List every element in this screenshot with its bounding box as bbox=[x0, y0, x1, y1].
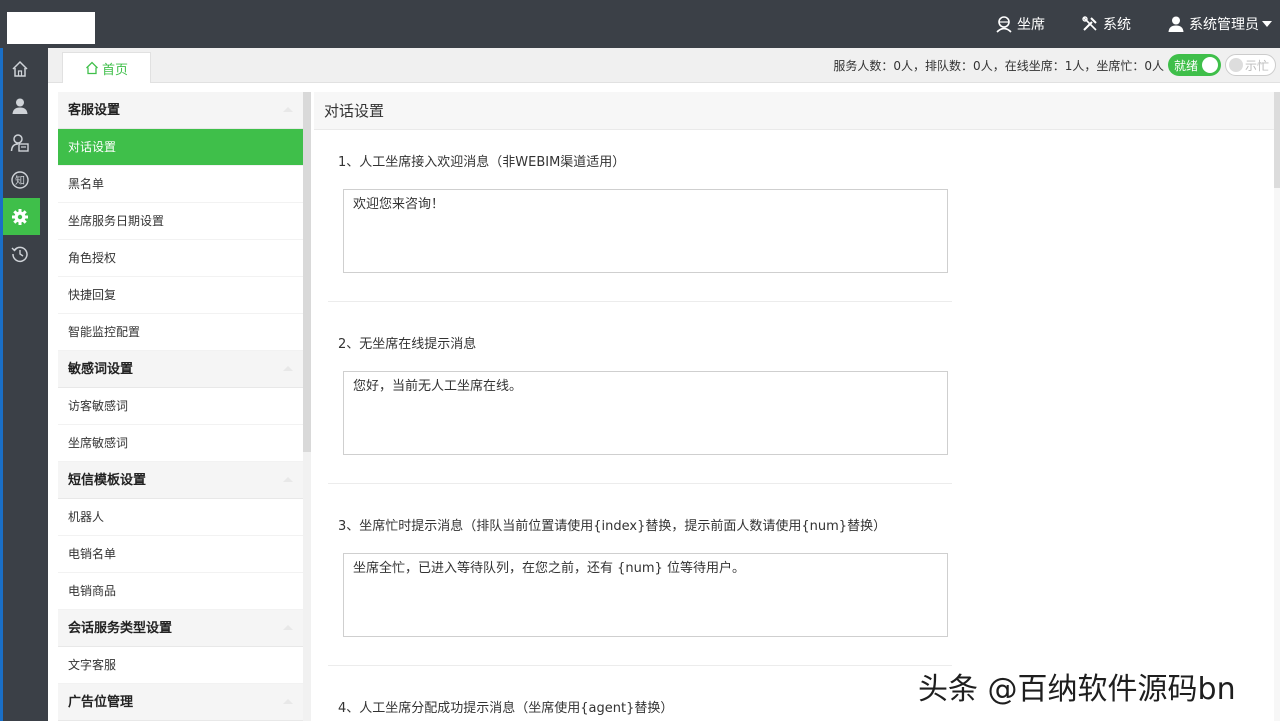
logo bbox=[7, 12, 95, 44]
settings-menu: 客服设置 对话设置 黑名单 坐席服务日期设置 角色授权 快捷回复 智能监控配置 … bbox=[58, 92, 303, 721]
agent-icon bbox=[996, 16, 1012, 33]
status-counts: 服务人数：0人，排队数：0人，在线坐席：1人，坐席忙：0人 bbox=[833, 58, 1164, 73]
rail-knowledge[interactable]: 知 bbox=[0, 161, 40, 198]
nav-system-label: 系统 bbox=[1103, 17, 1131, 33]
chevron-up-icon bbox=[283, 477, 293, 482]
user-icon bbox=[1168, 16, 1184, 32]
menu-item-role-authorization[interactable]: 角色授权 bbox=[58, 240, 303, 277]
icon-rail: 知 bbox=[0, 48, 48, 721]
knowledge-icon: 知 bbox=[11, 170, 29, 189]
agent-card-icon bbox=[10, 133, 29, 152]
menu-item-smart-monitoring[interactable]: 智能监控配置 bbox=[58, 314, 303, 351]
menu-item-blacklist[interactable]: 黑名单 bbox=[58, 166, 303, 203]
menu-group-title: 会话服务类型设置 bbox=[68, 621, 173, 636]
menu-group-sensitive-words[interactable]: 敏感词设置 bbox=[58, 351, 303, 388]
welcome-message-field[interactable]: 欢迎您来咨询！ bbox=[343, 189, 948, 273]
menu-item-quick-reply[interactable]: 快捷回复 bbox=[58, 277, 303, 314]
menu-group-session-service-types[interactable]: 会话服务类型设置 bbox=[58, 610, 303, 647]
menu-group-title: 敏感词设置 bbox=[68, 362, 134, 377]
content-scrollbar[interactable] bbox=[1274, 92, 1280, 721]
menu-item-agent-service-dates[interactable]: 坐席服务日期设置 bbox=[58, 203, 303, 240]
dialog-settings-panel: 对话设置 1、人工坐席接入欢迎消息（非WEBIM渠道适用） 欢迎您来咨询！ 2、… bbox=[314, 92, 1274, 721]
nav-user-menu[interactable]: 系统管理员 bbox=[1167, 14, 1272, 34]
rail-history[interactable] bbox=[0, 235, 40, 272]
menu-item-telesales-list[interactable]: 电销名单 bbox=[58, 536, 303, 573]
nav-agent-label: 坐席 bbox=[1017, 17, 1045, 33]
scrollbar-thumb[interactable] bbox=[1274, 92, 1280, 188]
toggle-knob bbox=[1228, 58, 1243, 72]
menu-group-title: 客服设置 bbox=[68, 103, 121, 118]
rail-agents[interactable] bbox=[0, 124, 40, 161]
history-icon bbox=[11, 246, 28, 262]
divider bbox=[328, 665, 952, 666]
menu-group-ad-slots[interactable]: 广告位管理 bbox=[58, 684, 303, 721]
nav-agent[interactable]: 坐席 bbox=[995, 14, 1045, 34]
setting-label: 1、人工坐席接入欢迎消息（非WEBIM渠道适用） bbox=[338, 155, 626, 170]
menu-item-text-service[interactable]: 文字客服 bbox=[58, 647, 303, 684]
home-icon bbox=[86, 61, 98, 75]
busy-label: 示忙 bbox=[1244, 58, 1269, 73]
setting-label: 3、坐席忙时提示消息（排队当前位置请使用{index}替换，提示前面人数请使用{… bbox=[338, 519, 887, 534]
rail-edge bbox=[0, 48, 3, 721]
divider bbox=[328, 301, 952, 302]
gear-icon bbox=[12, 208, 28, 225]
nav-user-label: 系统管理员 bbox=[1189, 17, 1259, 33]
menu-item-robot[interactable]: 机器人 bbox=[58, 499, 303, 536]
busy-toggle[interactable]: 示忙 bbox=[1224, 54, 1276, 76]
menu-group-service-settings[interactable]: 客服设置 bbox=[58, 92, 303, 129]
chevron-up-icon bbox=[283, 366, 293, 371]
top-header: 坐席 系统 系统管理员 bbox=[0, 0, 1280, 48]
toggle-knob bbox=[1201, 57, 1218, 73]
scrollbar-thumb[interactable] bbox=[303, 92, 311, 452]
watermark: 头条 @百纳软件源码bn bbox=[918, 672, 1236, 707]
nav-system[interactable]: 系统 bbox=[1081, 14, 1131, 34]
menu-scrollbar[interactable] bbox=[303, 92, 311, 721]
tools-icon bbox=[1082, 16, 1097, 31]
rail-users[interactable] bbox=[0, 87, 40, 124]
menu-item-visitor-sensitive-words[interactable]: 访客敏感词 bbox=[58, 388, 303, 425]
divider bbox=[328, 483, 952, 484]
menu-item-dialog-settings[interactable]: 对话设置 bbox=[58, 129, 303, 166]
user-icon bbox=[12, 98, 28, 114]
menu-group-title: 短信模板设置 bbox=[68, 473, 147, 488]
rail-settings[interactable] bbox=[0, 198, 40, 235]
menu-group-title: 广告位管理 bbox=[68, 695, 134, 710]
chevron-up-icon bbox=[283, 107, 293, 112]
service-status: 服务人数：0人，排队数：0人，在线坐席：1人，坐席忙：0人 就绪 示忙 bbox=[833, 54, 1276, 76]
ready-label: 就绪 bbox=[1173, 58, 1198, 73]
chevron-up-icon bbox=[283, 699, 293, 704]
top-nav: 坐席 系统 系统管理员 bbox=[995, 0, 1280, 48]
tab-home[interactable]: 首页 bbox=[62, 52, 151, 83]
tab-bar: 首页 服务人数：0人，排队数：0人，在线坐席：1人，坐席忙：0人 就绪 示忙 bbox=[48, 48, 1280, 83]
ready-toggle[interactable]: 就绪 bbox=[1167, 54, 1221, 76]
chevron-up-icon bbox=[283, 625, 293, 630]
setting-label: 4、人工坐席分配成功提示消息（坐席使用{agent}替换） bbox=[338, 701, 674, 716]
page-title: 对话设置 bbox=[314, 92, 1274, 130]
no-agent-message-field[interactable]: 您好，当前无人工坐席在线。 bbox=[343, 371, 948, 455]
home-icon bbox=[12, 60, 28, 77]
chevron-down-icon bbox=[1262, 21, 1272, 27]
svg-text:知: 知 bbox=[15, 174, 25, 187]
menu-group-sms-templates[interactable]: 短信模板设置 bbox=[58, 462, 303, 499]
agents-busy-message-field[interactable]: 坐席全忙，已进入等待队列，在您之前，还有 {num} 位等待用户。 bbox=[343, 553, 948, 637]
menu-item-telesales-products[interactable]: 电销商品 bbox=[58, 573, 303, 610]
menu-item-agent-sensitive-words[interactable]: 坐席敏感词 bbox=[58, 425, 303, 462]
rail-home[interactable] bbox=[0, 50, 40, 87]
tab-home-label: 首页 bbox=[101, 62, 128, 78]
setting-label: 2、无坐席在线提示消息 bbox=[338, 337, 477, 352]
